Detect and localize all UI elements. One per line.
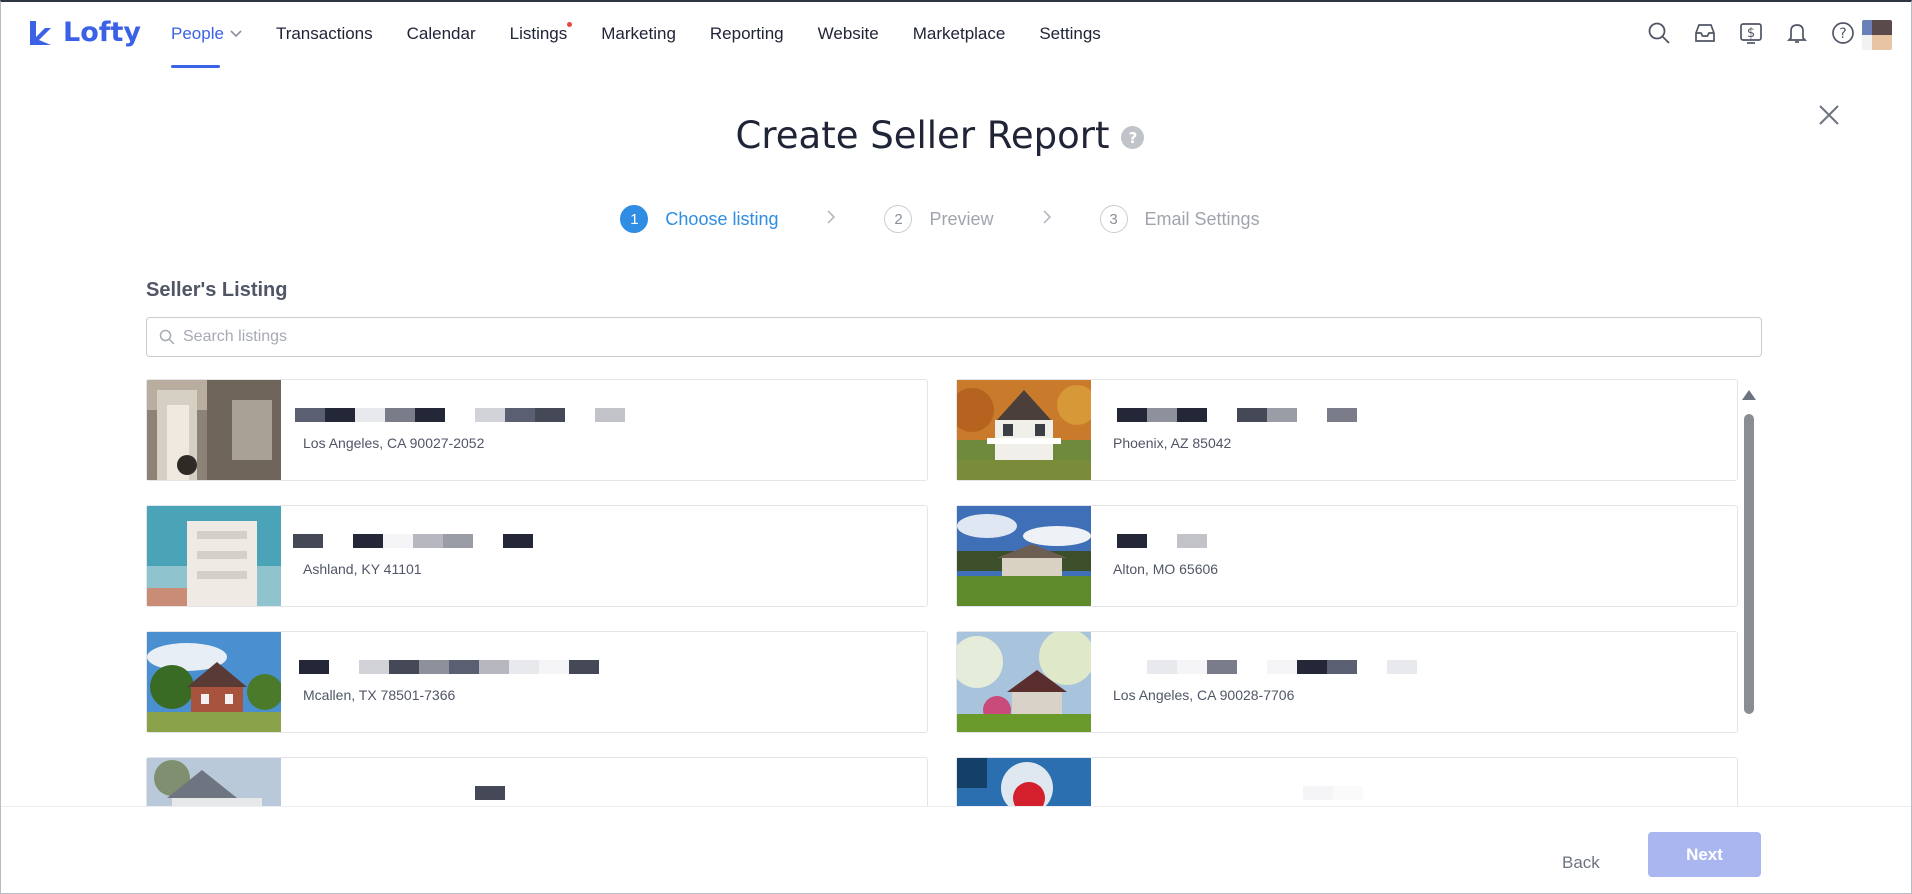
nav-item-people[interactable]: People xyxy=(171,0,242,68)
listing-address: Los Angeles, CA 90027-2052 xyxy=(303,435,485,451)
listing-photo xyxy=(957,380,1091,480)
listing-photo xyxy=(147,506,281,606)
listing-photo xyxy=(147,380,281,480)
step-number: 3 xyxy=(1099,205,1128,233)
notification-dot xyxy=(567,22,573,27)
nav-item-label: Marketplace xyxy=(912,24,1006,43)
top-navigation: Lofty People Transactions Calendar Listi… xyxy=(0,0,1912,68)
step-number: 1 xyxy=(620,205,649,233)
nav-item-settings[interactable]: Settings xyxy=(1039,0,1100,68)
nav-item-label: Marketing xyxy=(601,24,676,43)
inbox-icon[interactable] xyxy=(1692,20,1718,46)
step-choose-listing[interactable]: 1 Choose listing xyxy=(620,205,778,233)
nav-item-label: Website xyxy=(817,24,879,43)
listing-address: Los Angeles, CA 90028-7706 xyxy=(1113,687,1295,703)
listing-card[interactable] xyxy=(956,757,1738,806)
redacted-title xyxy=(1117,408,1357,422)
chevron-right-icon xyxy=(826,209,836,229)
close-button[interactable] xyxy=(1816,102,1842,128)
listing-card[interactable]: Los Angeles, CA 90028-7706 xyxy=(956,631,1738,733)
listing-address: Mcallen, TX 78501-7366 xyxy=(303,687,456,703)
nav-item-marketplace[interactable]: Marketplace xyxy=(913,0,1006,68)
nav-icons: $ ? xyxy=(1646,20,1856,46)
nav-item-transactions[interactable]: Transactions xyxy=(276,0,373,68)
chevron-down-icon xyxy=(230,27,242,41)
list-scrollbar[interactable] xyxy=(1742,390,1756,806)
nav-item-label: People xyxy=(171,24,224,43)
nav-item-calendar[interactable]: Calendar xyxy=(407,0,476,68)
listing-card[interactable]: Los Angeles, CA 90027-2052 xyxy=(146,379,928,481)
redacted-title xyxy=(299,660,599,674)
redacted-title xyxy=(475,786,505,800)
step-label: Choose listing xyxy=(665,208,779,229)
lofty-logo[interactable]: Lofty xyxy=(27,17,141,48)
listing-card[interactable]: Ashland, KY 41101 xyxy=(146,505,928,607)
search-icon xyxy=(159,329,175,345)
step-email-settings[interactable]: 3 Email Settings xyxy=(1099,205,1260,233)
step-label: Preview xyxy=(929,208,994,229)
back-button[interactable]: Back xyxy=(1562,853,1600,873)
listing-card[interactable] xyxy=(146,757,928,806)
listing-photo xyxy=(147,758,281,806)
redacted-title xyxy=(1117,660,1417,674)
step-number: 2 xyxy=(884,205,913,233)
listing-address: Phoenix, AZ 85042 xyxy=(1113,435,1232,451)
nav-item-label: Transactions xyxy=(275,24,373,43)
main-nav: People Transactions Calendar Listings Ma… xyxy=(171,0,1135,68)
nav-item-label: Reporting xyxy=(709,24,784,43)
brand-name: Lofty xyxy=(63,17,142,48)
redacted-title xyxy=(293,534,533,548)
nav-item-reporting[interactable]: Reporting xyxy=(710,0,784,68)
listing-card[interactable]: Phoenix, AZ 85042 xyxy=(956,379,1738,481)
listing-card[interactable]: Mcallen, TX 78501-7366 xyxy=(146,631,928,733)
page-title: Create Seller Report ? xyxy=(736,114,1145,157)
svg-text:?: ? xyxy=(1839,26,1846,42)
lofty-logo-icon xyxy=(30,20,51,45)
listing-photo xyxy=(147,632,281,732)
redacted-title xyxy=(1303,786,1363,800)
listing-photo xyxy=(957,758,1091,806)
nav-item-listings[interactable]: Listings xyxy=(509,0,573,68)
redacted-title xyxy=(1117,534,1207,548)
step-label: Email Settings xyxy=(1144,208,1260,229)
listing-address: Alton, MO 65606 xyxy=(1113,561,1219,577)
nav-item-label: Settings xyxy=(1039,24,1101,43)
nav-item-label: Listings xyxy=(509,24,568,43)
listing-photo xyxy=(957,632,1091,732)
listing-address: Ashland, KY 41101 xyxy=(303,561,422,577)
search-input[interactable] xyxy=(183,328,1743,346)
scrollbar-thumb[interactable] xyxy=(1744,414,1754,714)
listing-card[interactable]: Alton, MO 65606 xyxy=(956,505,1738,607)
modal-header: Create Seller Report ? xyxy=(0,114,1880,157)
dollar-icon[interactable]: $ xyxy=(1738,20,1764,46)
nav-item-marketing[interactable]: Marketing xyxy=(601,0,676,68)
section-heading: Seller's Listing xyxy=(146,279,288,301)
search-box xyxy=(146,317,1762,357)
step-preview[interactable]: 2 Preview xyxy=(884,205,994,233)
question-icon[interactable]: ? xyxy=(1121,126,1145,149)
listing-photo xyxy=(957,506,1091,606)
nav-item-label: Calendar xyxy=(406,24,476,43)
scroll-up-arrow-icon[interactable] xyxy=(1742,390,1756,400)
search-icon[interactable] xyxy=(1646,20,1672,46)
chevron-right-icon xyxy=(1042,209,1052,229)
nav-item-website[interactable]: Website xyxy=(818,0,879,68)
redacted-title xyxy=(295,408,625,422)
listing-grid: Los Angeles, CA 90027-2052 Phoenix, AZ 8… xyxy=(146,379,1762,806)
help-icon[interactable]: ? xyxy=(1830,20,1856,46)
next-button[interactable]: Next xyxy=(1648,832,1761,877)
close-icon xyxy=(1819,105,1839,125)
stepper: 1 Choose listing 2 Preview 3 Email Setti… xyxy=(0,205,1880,233)
page-title-text: Create Seller Report xyxy=(735,114,1110,157)
svg-text:$: $ xyxy=(1747,26,1755,41)
avatar[interactable] xyxy=(1862,20,1892,50)
modal-footer: Back Next xyxy=(0,806,1912,894)
bell-icon[interactable] xyxy=(1784,20,1810,46)
